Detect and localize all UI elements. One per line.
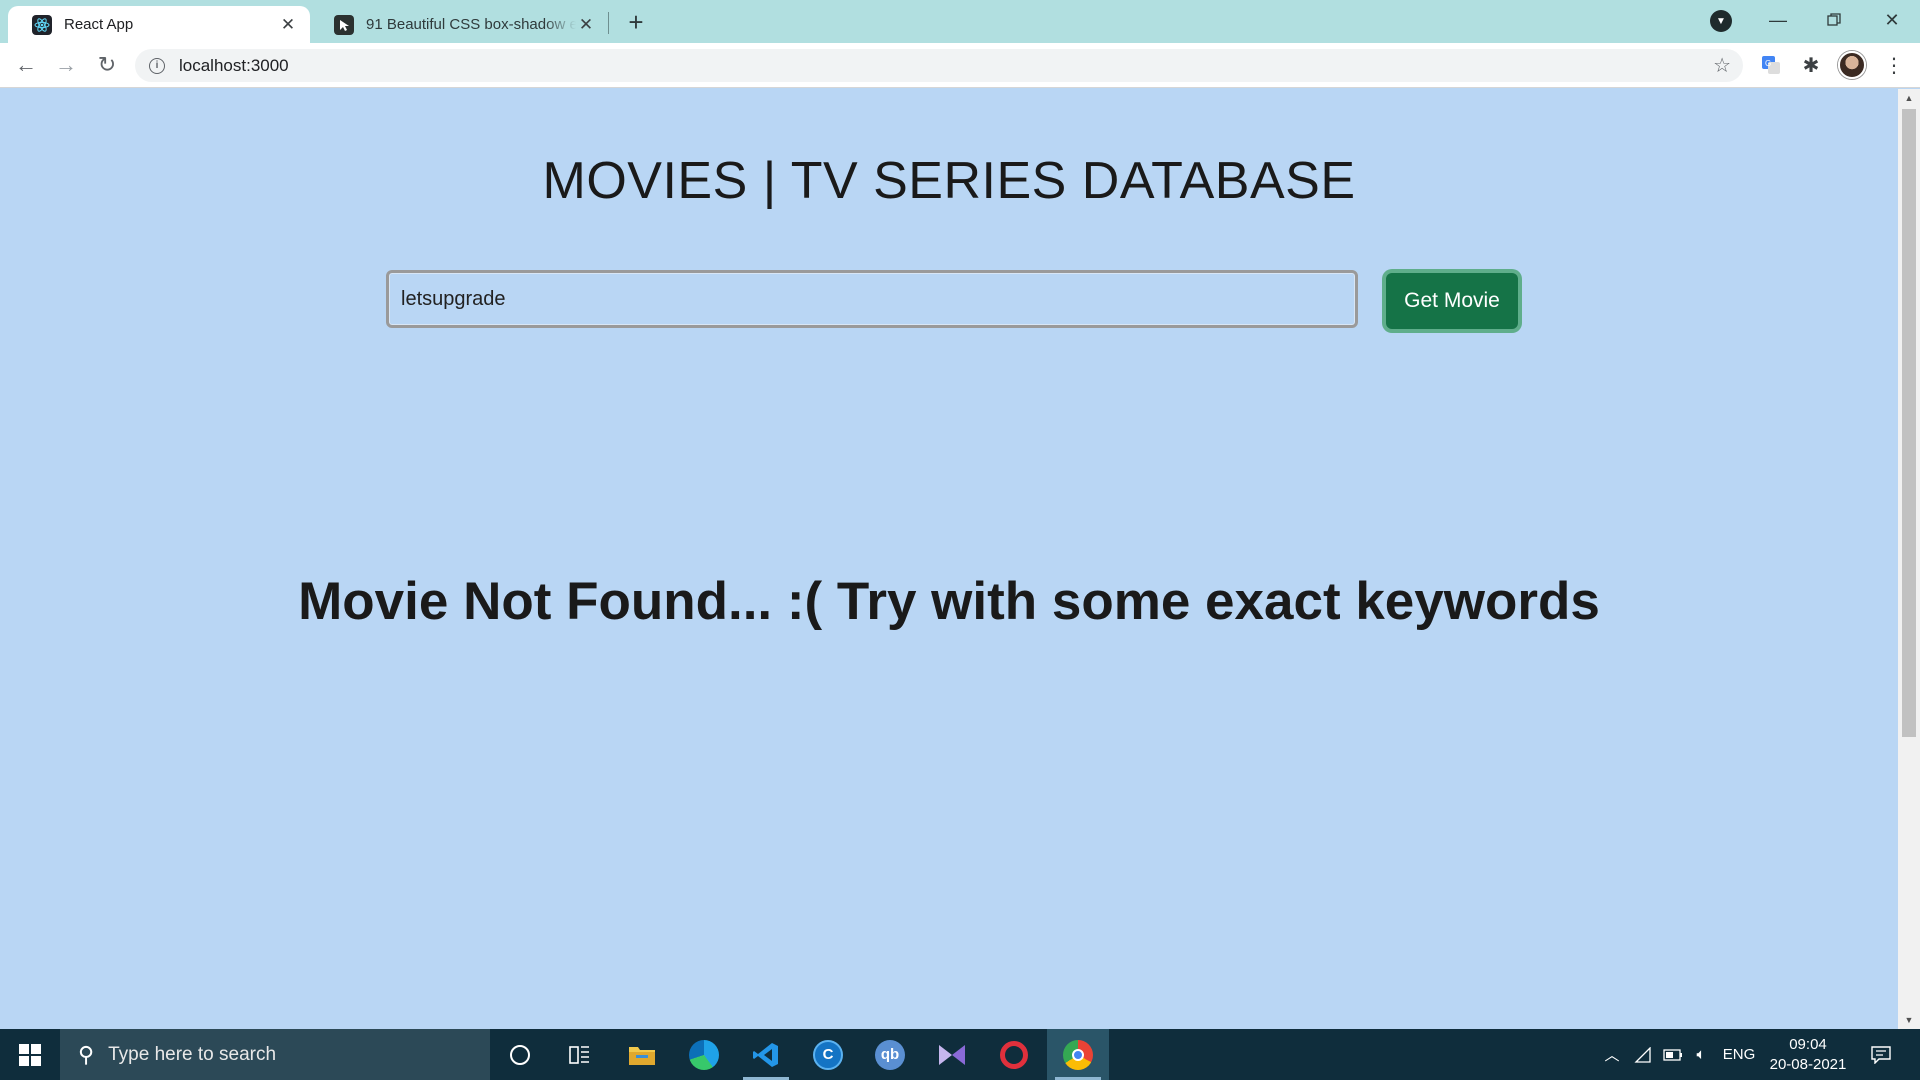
svg-text:G: G: [1765, 59, 1771, 68]
tab-divider: [608, 12, 609, 34]
page-body: MOVIES | TV SERIES DATABASE Get Movie Mo…: [0, 89, 1898, 1029]
cortana-icon[interactable]: [489, 1029, 551, 1080]
site-info-icon[interactable]: i: [149, 57, 165, 74]
reload-icon[interactable]: ↻: [91, 49, 123, 81]
address-text[interactable]: localhost:3000: [179, 56, 289, 76]
menu-kebab-icon[interactable]: ⋮: [1880, 51, 1908, 79]
clock-time: 09:04: [1789, 1036, 1827, 1053]
react-favicon-icon: [32, 14, 52, 35]
page-scrollbar[interactable]: ▲ ▼: [1898, 89, 1920, 1029]
opera-icon[interactable]: [983, 1029, 1045, 1080]
browser-toolbar: ← → ↻ i localhost:3000 ☆ G ✱ ⋮: [0, 43, 1920, 88]
windows-taskbar: ⚲ Type here to search C qb ︿ 🔈︎ ENG 09:0…: [0, 1029, 1920, 1080]
vscode-icon[interactable]: [735, 1029, 797, 1080]
file-explorer-icon[interactable]: [611, 1029, 673, 1080]
scroll-thumb[interactable]: [1902, 109, 1916, 737]
forward-icon[interactable]: →: [50, 49, 82, 81]
new-tab-icon[interactable]: +: [622, 7, 650, 37]
start-button[interactable]: [0, 1029, 60, 1080]
visual-studio-icon[interactable]: [921, 1029, 983, 1080]
search-icon: ⚲: [78, 1041, 95, 1067]
taskbar-search-box[interactable]: ⚲ Type here to search: [60, 1029, 490, 1080]
not-found-message: Movie Not Found... :( Try with some exac…: [298, 572, 1600, 631]
tab-title: 91 Beautiful CSS box-shadow examples: [366, 16, 576, 33]
restore-icon[interactable]: [1806, 0, 1862, 40]
close-tab-icon[interactable]: ✕: [576, 15, 596, 35]
movie-search-input[interactable]: [386, 270, 1358, 328]
taskbar-search-placeholder: Type here to search: [108, 1043, 277, 1065]
scroll-up-icon[interactable]: ▲: [1898, 89, 1920, 107]
tab-strip: React App ✕ 91 Beautiful CSS box-shadow …: [0, 0, 1920, 43]
translate-extension-icon[interactable]: G: [1757, 51, 1785, 79]
address-bar[interactable]: i localhost:3000 ☆: [135, 49, 1743, 82]
minimize-icon[interactable]: —: [1750, 0, 1806, 40]
close-tab-icon[interactable]: ✕: [278, 15, 298, 35]
website-favicon-icon: [334, 14, 354, 35]
tab-react-app[interactable]: React App ✕: [8, 6, 310, 43]
show-hidden-icons-chevron-icon[interactable]: ︿: [1600, 1029, 1624, 1080]
notifications-icon[interactable]: [1866, 1029, 1896, 1080]
qbittorrent-icon[interactable]: qb: [859, 1029, 921, 1080]
language-indicator[interactable]: ENG: [1720, 1029, 1758, 1080]
tab-search-icon[interactable]: ▼: [1710, 10, 1732, 32]
scroll-down-icon[interactable]: ▼: [1898, 1011, 1920, 1029]
back-icon[interactable]: ←: [10, 49, 42, 81]
tab-css-box-shadow[interactable]: 91 Beautiful CSS box-shadow examples ✕: [310, 6, 608, 43]
network-icon[interactable]: [1630, 1029, 1656, 1080]
battery-icon[interactable]: [1660, 1029, 1686, 1080]
task-view-icon[interactable]: [549, 1029, 611, 1080]
tab-title: React App: [64, 16, 134, 33]
clock-date: 20-08-2021: [1769, 1056, 1847, 1073]
extensions-puzzle-icon[interactable]: ✱: [1797, 51, 1825, 79]
chrome-icon[interactable]: [1047, 1029, 1109, 1080]
edge-browser-icon[interactable]: [673, 1029, 735, 1080]
page-title: MOVIES | TV SERIES DATABASE: [542, 152, 1356, 210]
taskbar-clock[interactable]: 09:04 20-08-2021: [1764, 1035, 1852, 1075]
get-movie-button[interactable]: Get Movie: [1386, 273, 1518, 329]
volume-icon[interactable]: 🔈︎: [1688, 1029, 1714, 1080]
ccleaner-icon[interactable]: C: [797, 1029, 859, 1080]
profile-avatar[interactable]: [1838, 51, 1866, 79]
bookmark-star-icon[interactable]: ☆: [1713, 53, 1731, 78]
windows-logo-icon: [19, 1043, 41, 1066]
close-window-icon[interactable]: ✕: [1864, 0, 1920, 40]
